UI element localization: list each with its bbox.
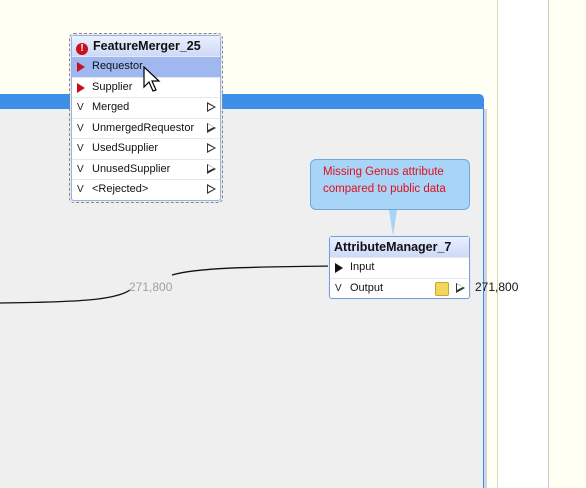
input-port-arrow-icon: [77, 62, 85, 72]
chevron-down-icon[interactable]: V: [77, 98, 84, 118]
transformer-name: FeatureMerger_25: [93, 39, 201, 53]
transformer-title[interactable]: ! FeatureMerger_25: [72, 36, 220, 56]
chevron-down-icon[interactable]: V: [335, 279, 342, 299]
output-port-unused-supplier[interactable]: V UnusedSupplier: [72, 158, 220, 180]
output-port-arrow-icon[interactable]: [207, 184, 216, 194]
error-icon: !: [76, 43, 88, 55]
transformer-title[interactable]: AttributeManager_7: [330, 237, 469, 257]
annotation-tail: [389, 210, 397, 236]
port-label: Merged: [92, 101, 130, 113]
output-port-arrow-icon[interactable]: [456, 282, 465, 293]
input-port-arrow-icon: [77, 82, 85, 93]
output-port-arrow-icon[interactable]: [207, 102, 216, 112]
port-label: <Rejected>: [92, 183, 149, 195]
chevron-down-icon[interactable]: V: [77, 160, 84, 180]
connection-feature-count[interactable]: 271,800: [129, 280, 172, 294]
port-label: Supplier: [92, 80, 133, 93]
feature-cache-icon[interactable]: [435, 281, 449, 296]
input-port-arrow-icon: [335, 263, 343, 273]
output-port-rejected[interactable]: V <Rejected>: [72, 179, 220, 200]
arrow-cursor-icon: [143, 66, 161, 92]
chevron-down-icon[interactable]: V: [77, 119, 84, 139]
output-port-output[interactable]: V Output: [330, 277, 469, 299]
attribute-manager-transformer[interactable]: AttributeManager_7 Input V Output: [329, 236, 470, 299]
port-label: UnmergedRequestor: [92, 121, 195, 134]
input-port-input[interactable]: Input: [330, 257, 469, 278]
port-label: Requestor: [92, 60, 143, 72]
annotation-text-line1: Missing Genus attribute: [323, 166, 444, 178]
output-port-merged[interactable]: V Merged: [72, 97, 220, 118]
output-port-unmerged-requestor[interactable]: V UnmergedRequestor: [72, 117, 220, 139]
output-port-arrow-icon[interactable]: [207, 122, 216, 133]
output-port-used-supplier[interactable]: V UsedSupplier: [72, 138, 220, 159]
feature-merger-transformer[interactable]: ! FeatureMerger_25 Requestor Supplier V M…: [69, 33, 223, 203]
port-label: Output: [350, 281, 384, 294]
output-feature-count[interactable]: 271,800: [475, 280, 518, 294]
annotation-text-line2: compared to public data: [323, 183, 446, 195]
annotation-bubble[interactable]: Missing Genus attribute compared to publ…: [310, 159, 470, 210]
output-port-arrow-icon[interactable]: [207, 143, 216, 153]
port-label: UsedSupplier: [92, 142, 159, 154]
port-label: UnusedSupplier: [92, 162, 171, 175]
chevron-down-icon[interactable]: V: [77, 180, 84, 200]
output-port-arrow-icon[interactable]: [207, 163, 216, 174]
port-label: Input: [350, 261, 375, 273]
chevron-down-icon[interactable]: V: [77, 139, 84, 159]
